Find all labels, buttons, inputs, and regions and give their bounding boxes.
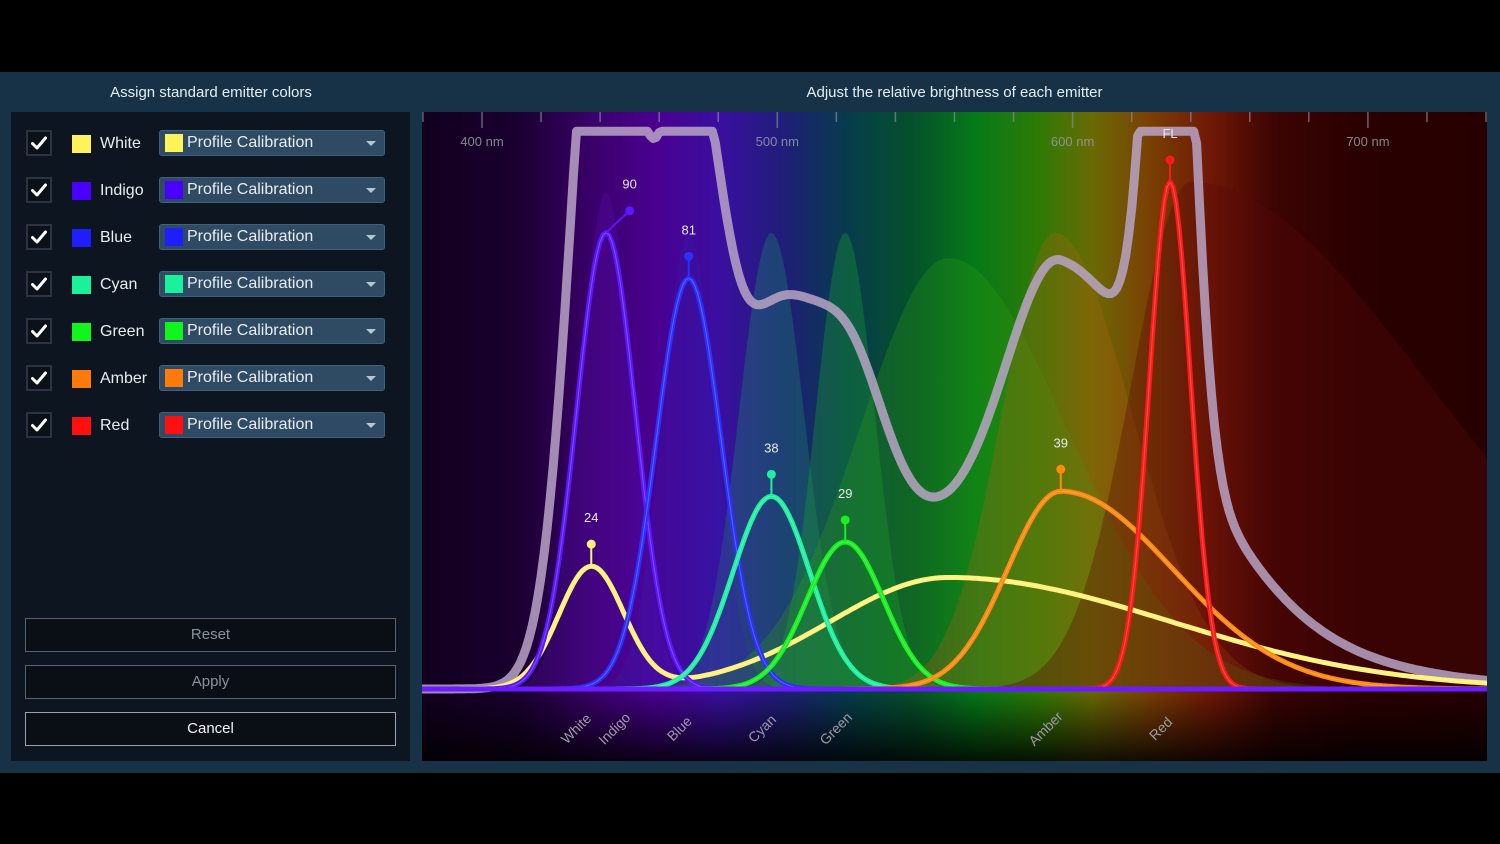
- dropdown-color-swatch: [165, 181, 183, 199]
- enable-checkbox[interactable]: [26, 130, 52, 156]
- emitter-name: White: [100, 135, 141, 152]
- dropdown-color-swatch: [165, 275, 183, 293]
- emitter-name: Red: [100, 417, 130, 434]
- color-swatch: [72, 276, 91, 294]
- chevron-down-icon: [366, 423, 376, 428]
- emitter-name: Amber: [100, 370, 148, 387]
- emitter-color-panel: White Profile Calibration Indigo Profile Ca…: [11, 112, 410, 761]
- dropdown-color-swatch: [165, 134, 183, 152]
- right-panel-title: Adjust the relative brightness of each e…: [806, 84, 1103, 101]
- brightness-handle-amber[interactable]: [1056, 464, 1066, 474]
- checkmark-icon: [31, 136, 47, 150]
- x-tick-label: 700 nm: [1346, 134, 1389, 149]
- x-tick-label: 500 nm: [756, 134, 799, 149]
- brightness-handle-green[interactable]: [840, 515, 850, 525]
- brightness-handle-blue[interactable]: [684, 251, 694, 261]
- dropdown-value: Profile Calibration: [187, 134, 314, 151]
- emitter-row-red: Red Profile Calibration: [25, 411, 397, 441]
- chevron-down-icon: [366, 282, 376, 287]
- dropdown-value: Profile Calibration: [187, 416, 314, 433]
- checkmark-icon: [31, 230, 47, 244]
- dropdown-value: Profile Calibration: [187, 369, 314, 386]
- brightness-handle-white[interactable]: [586, 539, 596, 549]
- chevron-down-icon: [366, 235, 376, 240]
- dropdown-color-swatch: [165, 228, 183, 246]
- checkmark-icon: [31, 371, 47, 385]
- brightness-value-label: 29: [838, 486, 852, 501]
- emitter-row-amber: Amber Profile Calibration: [25, 364, 397, 394]
- color-swatch: [72, 135, 91, 153]
- color-swatch: [72, 370, 91, 388]
- emitter-name: Green: [100, 323, 145, 340]
- chevron-down-icon: [366, 376, 376, 381]
- profile-dropdown[interactable]: Profile Calibration: [159, 130, 385, 156]
- brightness-value-label: FL: [1162, 126, 1177, 141]
- enable-checkbox[interactable]: [26, 224, 52, 250]
- cancel-button[interactable]: Cancel: [25, 712, 396, 746]
- profile-dropdown[interactable]: Profile Calibration: [159, 271, 385, 297]
- chevron-down-icon: [366, 141, 376, 146]
- profile-dropdown[interactable]: Profile Calibration: [159, 224, 385, 250]
- brightness-value-label: 90: [622, 177, 636, 192]
- emitter-name: Indigo: [100, 182, 144, 199]
- emitter-name: Blue: [100, 229, 133, 246]
- emitter-row-white: White Profile Calibration: [25, 129, 397, 159]
- emitter-row-blue: Blue Profile Calibration: [25, 223, 397, 253]
- apply-button[interactable]: Apply: [25, 665, 396, 699]
- spectrum-chart-svg[interactable]: 400 nm 500 nm 600 nm 700 nm 249081382939FL …: [422, 112, 1487, 761]
- chevron-down-icon: [366, 188, 376, 193]
- emitter-row-indigo: Indigo Profile Calibration: [25, 176, 397, 206]
- profile-dropdown[interactable]: Profile Calibration: [159, 412, 385, 438]
- brightness-value-label: 38: [764, 440, 778, 455]
- brightness-handle-cyan[interactable]: [766, 469, 776, 479]
- spectrum-chart[interactable]: 400 nm 500 nm 600 nm 700 nm 24 90 81 38 29 39 FL …: [422, 112, 1487, 761]
- color-swatch: [72, 323, 91, 341]
- dropdown-color-swatch: [165, 416, 183, 434]
- enable-checkbox[interactable]: [26, 365, 52, 391]
- brightness-value-label: 24: [584, 510, 598, 525]
- profile-dropdown[interactable]: Profile Calibration: [159, 177, 385, 203]
- checkmark-icon: [31, 324, 47, 338]
- enable-checkbox[interactable]: [26, 412, 52, 438]
- emitter-row-green: Green Profile Calibration: [25, 317, 397, 347]
- brightness-handle-red[interactable]: [1165, 155, 1175, 165]
- dropdown-color-swatch: [165, 322, 183, 340]
- dialog: Assign standard emitter colors Adjust th…: [0, 72, 1500, 773]
- chevron-down-icon: [366, 329, 376, 334]
- enable-checkbox[interactable]: [26, 318, 52, 344]
- brightness-handle-indigo[interactable]: [625, 206, 635, 216]
- checkmark-icon: [31, 418, 47, 432]
- dropdown-value: Profile Calibration: [187, 275, 314, 292]
- left-panel-title: Assign standard emitter colors: [110, 84, 312, 101]
- dropdown-color-swatch: [165, 369, 183, 387]
- enable-checkbox[interactable]: [26, 271, 52, 297]
- dropdown-value: Profile Calibration: [187, 181, 314, 198]
- brightness-value-label: 81: [681, 222, 695, 237]
- x-tick-label: 400 nm: [460, 134, 503, 149]
- x-tick-label: 600 nm: [1051, 134, 1094, 149]
- checkmark-icon: [31, 183, 47, 197]
- dropdown-value: Profile Calibration: [187, 322, 314, 339]
- enable-checkbox[interactable]: [26, 177, 52, 203]
- emitter-row-cyan: Cyan Profile Calibration: [25, 270, 397, 300]
- brightness-value-label: 39: [1054, 435, 1068, 450]
- emitter-name: Cyan: [100, 276, 138, 293]
- color-swatch: [72, 229, 91, 247]
- color-swatch: [72, 182, 91, 200]
- reset-button[interactable]: Reset: [25, 618, 396, 652]
- profile-dropdown[interactable]: Profile Calibration: [159, 365, 385, 391]
- color-swatch: [72, 417, 91, 435]
- checkmark-icon: [31, 277, 47, 291]
- profile-dropdown[interactable]: Profile Calibration: [159, 318, 385, 344]
- dropdown-value: Profile Calibration: [187, 228, 314, 245]
